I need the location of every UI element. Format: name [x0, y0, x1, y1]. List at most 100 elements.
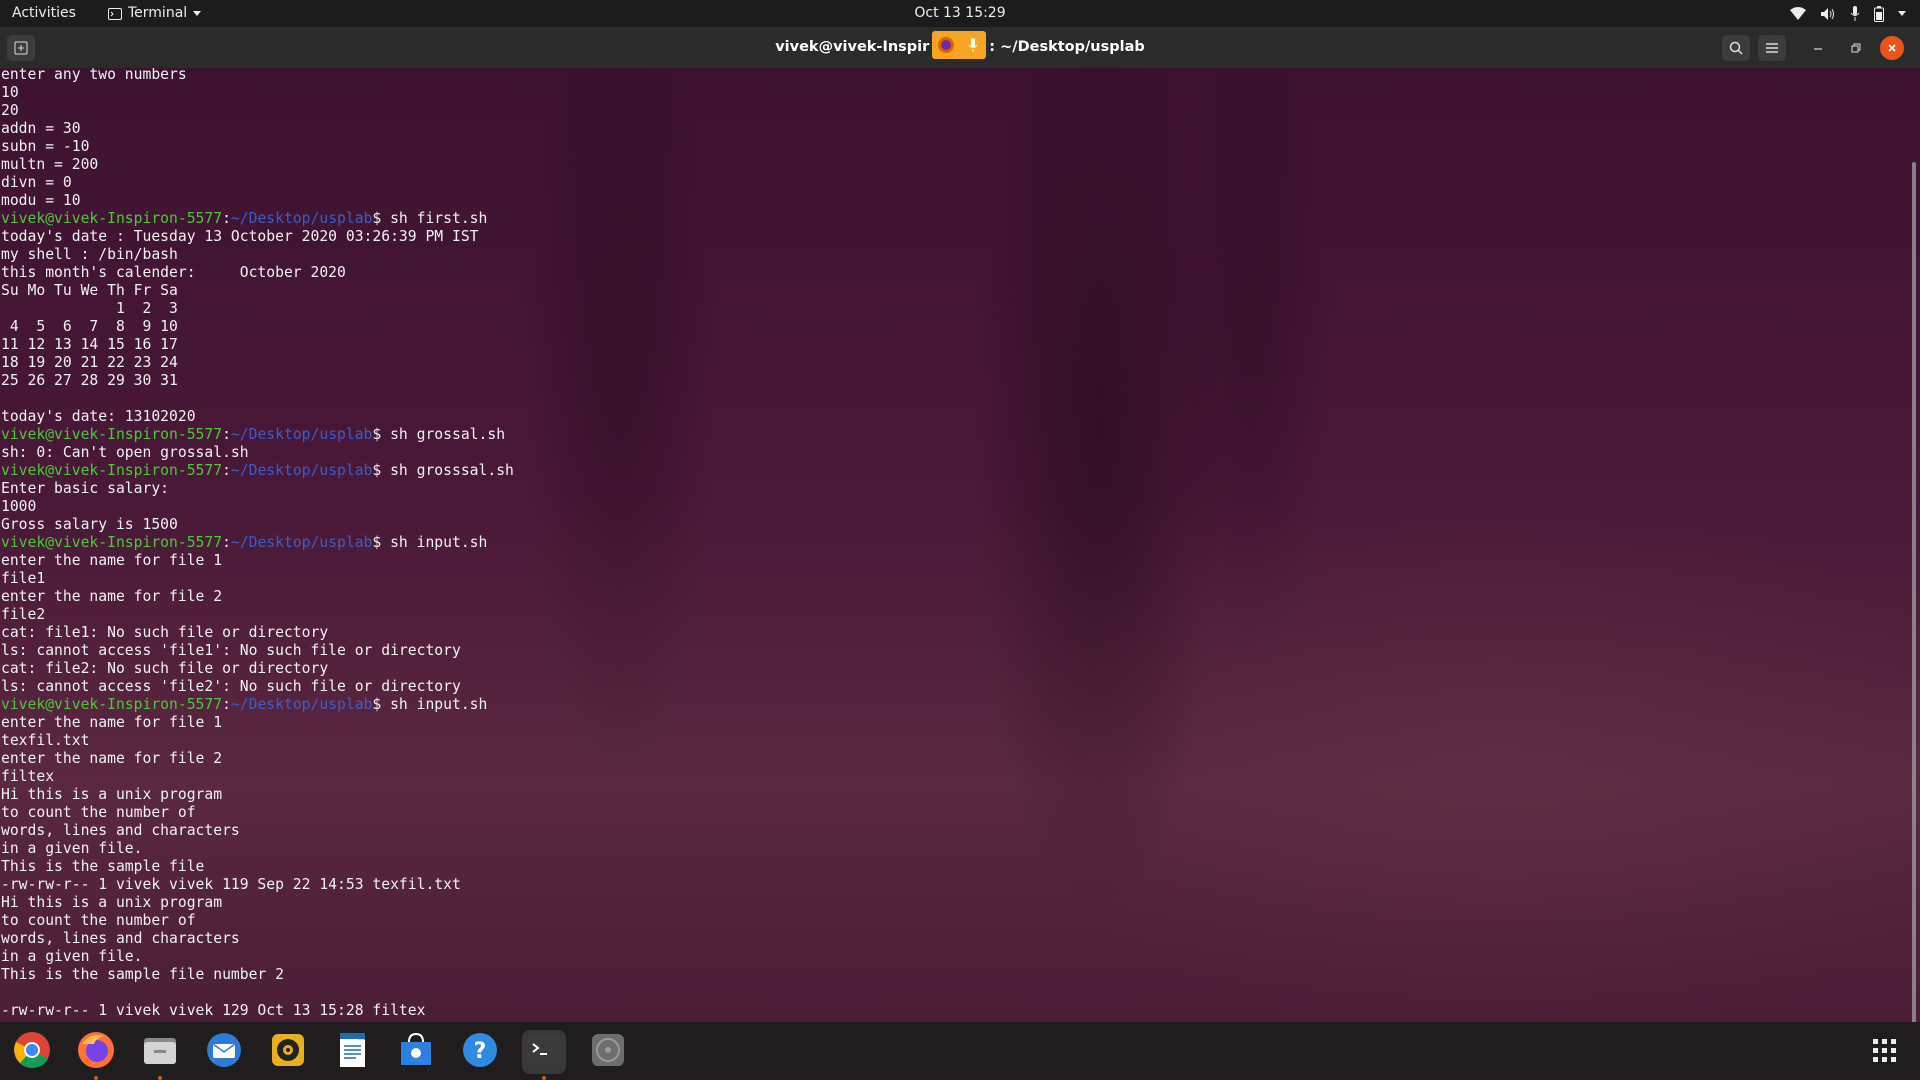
running-indicator: [542, 1076, 546, 1080]
help-icon: ?: [460, 1030, 500, 1074]
prompt-user: vivek@vivek-Inspiron-5577: [1, 534, 223, 551]
terminal-line: today's date : Tuesday 13 October 2020 0…: [1, 228, 479, 245]
terminal-line: in a given file.: [1, 948, 143, 965]
terminal-line: file1: [1, 570, 46, 587]
maximize-button[interactable]: [1842, 35, 1870, 61]
prompt-separator: :: [222, 534, 231, 551]
terminal-line: Gross salary is 1500: [1, 516, 178, 533]
window-titlebar: vivek@vivek-Inspir: ~/Desktop/usplab: [0, 27, 1920, 69]
command-text: $ sh grossal.sh: [372, 426, 506, 443]
grid-icon: [1868, 1039, 1902, 1072]
terminal-line: Hi this is a unix program: [1, 786, 223, 803]
terminal-output-area[interactable]: enter any two numbers 10 20 addn = 30 subn =…: [0, 68, 1920, 1022]
app-menu[interactable]: Terminal: [108, 0, 202, 27]
terminal-line: 11 12 13 14 15 16 17: [1, 336, 178, 353]
prompt-separator: :: [222, 426, 231, 443]
terminal-line: in a given file.: [1, 840, 143, 857]
scrollbar[interactable]: [1912, 162, 1916, 1022]
terminal-line: -rw-rw-r-- 1 vivek vivek 129 Oct 13 15:2…: [1, 1002, 426, 1019]
terminal-launcher[interactable]: [522, 1030, 566, 1080]
terminal-text[interactable]: enter any two numbers 10 20 addn = 30 subn =…: [1, 68, 514, 1020]
terminal-line: filtex: [1, 768, 55, 785]
terminal-line: 18 19 20 21 22 23 24: [1, 354, 178, 371]
terminal-line: sh: 0: Can't open grossal.sh: [1, 444, 249, 461]
terminal-line: words, lines and characters: [1, 930, 240, 947]
terminal-small-icon: [108, 7, 122, 20]
close-button[interactable]: [1880, 36, 1904, 60]
terminal-line: vivek@vivek-Inspiron-5577:~/Desktop/uspl…: [1, 534, 514, 552]
app-menu-label: Terminal: [128, 5, 188, 21]
terminal-line: enter the name for file 1: [1, 714, 223, 731]
chevron-down-icon: [193, 10, 202, 16]
terminal-line: This is the sample file: [1, 858, 205, 875]
search-button[interactable]: [1722, 35, 1750, 61]
prompt-user: vivek@vivek-Inspiron-5577: [1, 462, 223, 479]
thunderbird-launcher[interactable]: [202, 1030, 246, 1074]
terminal-line: 1 2 3: [1, 300, 178, 317]
clock[interactable]: Oct 13 15:29: [914, 5, 1005, 21]
prompt-separator: :: [222, 462, 231, 479]
running-indicator: [158, 1076, 162, 1080]
prompt-path: ~/Desktop/usplab: [230, 210, 373, 227]
terminal-line: 4 5 6 7 8 9 10: [1, 318, 178, 335]
microphone-icon: [1850, 6, 1860, 21]
files-icon: [140, 1030, 180, 1074]
top-bar: Activities Terminal Oct 13 15:29: [0, 0, 1920, 27]
writer-launcher[interactable]: [330, 1030, 374, 1074]
prompt-user: vivek@vivek-Inspiron-5577: [1, 426, 223, 443]
terminal-line: vivek@vivek-Inspiron-5577:~/Desktop/uspl…: [1, 462, 514, 480]
terminal-line: addn = 30: [1, 120, 81, 137]
terminal-line: my shell : /bin/bash: [1, 246, 178, 263]
command-text: $ sh input.sh: [372, 696, 488, 713]
dock: ?: [0, 1022, 1920, 1080]
command-text: $ sh input.sh: [372, 534, 488, 551]
help-launcher[interactable]: ?: [458, 1030, 502, 1074]
wifi-icon: [1790, 6, 1806, 20]
prompt-path: ~/Desktop/usplab: [230, 534, 373, 551]
terminal-line: cat: file2: No such file or directory: [1, 660, 329, 677]
software-center-icon: [396, 1030, 436, 1074]
activities-button[interactable]: Activities: [12, 0, 76, 27]
chrome-icon: [12, 1030, 52, 1074]
terminal-line: enter any two numbers: [1, 68, 187, 83]
disc-icon: [588, 1030, 628, 1074]
software-center-launcher[interactable]: [394, 1030, 438, 1074]
chrome-launcher[interactable]: [10, 1030, 54, 1074]
terminal-line: Hi this is a unix program: [1, 894, 223, 911]
prompt-user: vivek@vivek-Inspiron-5577: [1, 696, 223, 713]
close-icon: [1888, 44, 1896, 52]
terminal-line: today's date: 13102020: [1, 408, 196, 425]
terminal-line: vivek@vivek-Inspiron-5577:~/Desktop/uspl…: [1, 696, 514, 714]
writer-icon: [332, 1030, 372, 1074]
rhythmbox-icon: [268, 1030, 308, 1074]
firefox-icon: [76, 1030, 116, 1074]
disc-launcher[interactable]: [586, 1030, 630, 1074]
status-area[interactable]: [1790, 0, 1906, 27]
files-launcher[interactable]: [138, 1030, 182, 1080]
window-title: vivek@vivek-Inspir: ~/Desktop/usplab: [0, 27, 1920, 68]
minimize-button[interactable]: [1804, 35, 1832, 61]
terminal-line: Su Mo Tu We Th Fr Sa: [1, 282, 178, 299]
terminal-line: This is the sample file number 2: [1, 966, 284, 983]
terminal-line: modu = 10: [1, 192, 81, 209]
terminal-line: this month's calender: October 2020: [1, 264, 346, 281]
terminal-line: texfil.txt: [1, 732, 90, 749]
firefox-launcher[interactable]: [74, 1030, 118, 1080]
terminal-line: subn = -10: [1, 138, 90, 155]
hamburger-menu-button[interactable]: [1758, 35, 1786, 61]
prompt-user: vivek@vivek-Inspiron-5577: [1, 210, 223, 227]
show-applications-button[interactable]: [1868, 1034, 1902, 1068]
clock-area: Oct 13 15:29: [0, 0, 1920, 27]
battery-icon: [1874, 5, 1884, 22]
terminal-icon: [524, 1030, 564, 1074]
terminal-line: to count the number of: [1, 912, 196, 929]
terminal-line: divn = 0: [1, 174, 72, 191]
terminal-line: multn = 200: [1, 156, 99, 173]
prompt-separator: :: [222, 210, 231, 227]
terminal-line: vivek@vivek-Inspiron-5577:~/Desktop/uspl…: [1, 210, 514, 228]
terminal-line: ls: cannot access 'file2': No such file …: [1, 678, 461, 695]
terminal-line: 10: [1, 84, 19, 101]
terminal-line: enter the name for file 2: [1, 750, 223, 767]
terminal-line: vivek@vivek-Inspiron-5577:~/Desktop/uspl…: [1, 426, 514, 444]
rhythmbox-launcher[interactable]: [266, 1030, 310, 1074]
